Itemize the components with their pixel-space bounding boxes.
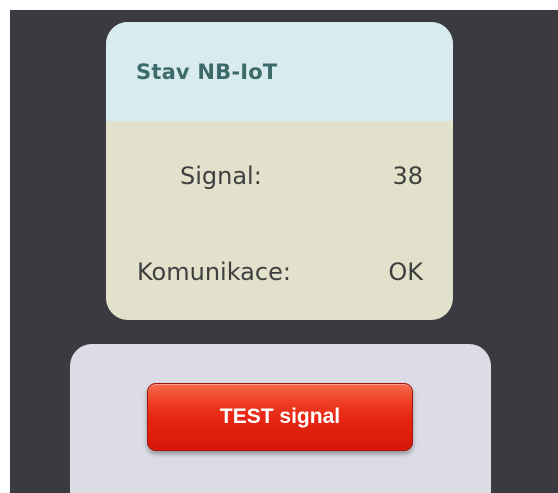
communication-label: Komunikace:	[137, 258, 291, 286]
signal-label: Signal:	[180, 162, 262, 190]
communication-row: Komunikace: OK	[106, 254, 453, 290]
signal-value: 38	[392, 162, 423, 190]
communication-value: OK	[388, 258, 423, 286]
nbiot-status-card: Stav NB-IoT Signal: 38 Komunikace: OK	[106, 22, 453, 320]
test-panel: TEST signal	[70, 344, 491, 493]
signal-row: Signal: 38	[106, 158, 453, 194]
status-card-header: Stav NB-IoT	[106, 22, 453, 121]
test-signal-button[interactable]: TEST signal	[147, 383, 413, 451]
status-card-title: Stav NB-IoT	[136, 60, 278, 84]
